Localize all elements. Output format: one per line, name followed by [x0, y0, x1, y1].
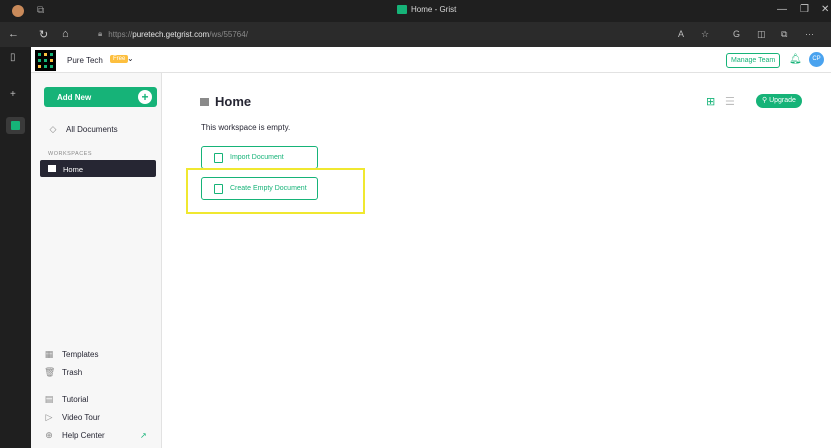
new-tab-icon[interactable]: + [10, 89, 16, 100]
trash-label: Trash [62, 367, 83, 377]
back-icon[interactable]: ← [8, 28, 19, 40]
trash-icon: 🗑︎ [44, 367, 56, 377]
add-new-button[interactable]: Add New + [44, 87, 157, 107]
grid-view-icon[interactable]: ⊞ [706, 95, 715, 108]
import-document-label: Import Document [230, 154, 284, 161]
browser-profile-icon[interactable] [12, 5, 24, 17]
more-icon[interactable]: ··· [805, 29, 814, 39]
avatar[interactable]: CP [809, 52, 824, 67]
refresh-icon[interactable]: ↻ [39, 28, 48, 41]
empty-workspace-message: This workspace is empty. [201, 123, 291, 132]
upgrade-label: Upgrade [769, 97, 796, 104]
url-path: /ws/55764/ [209, 29, 248, 39]
left-sidebar: Pure Tech Free ⌄ Add New + ◇ All Documen… [31, 47, 162, 448]
org-name: Pure Tech [67, 56, 103, 65]
app-top-bar: Manage Team 🔔︎ CP [162, 47, 831, 73]
help-center-link[interactable]: ⊕ Help Center ↗ [44, 428, 146, 442]
grist-tab-icon [11, 121, 20, 130]
workspace-home-icon [200, 97, 209, 106]
plan-badge: Free [110, 55, 129, 63]
url-host: puretech.getgrist.com [132, 29, 210, 39]
add-new-label: Add New [57, 93, 92, 102]
tab-actions-icon[interactable]: ▯ [10, 52, 16, 63]
workspace-item-label: Home [63, 165, 84, 174]
chevron-down-icon: ⌄ [127, 54, 134, 63]
all-documents-label: All Documents [66, 124, 118, 134]
browser-title-bar: ⧉ Home - Grist — ❐ ✕ [0, 0, 831, 22]
minimize-icon[interactable]: — [777, 4, 787, 15]
grist-favicon-icon [397, 5, 407, 14]
org-switcher[interactable]: Pure Tech Free ⌄ [31, 47, 162, 73]
highlight-box [186, 168, 365, 214]
help-center-label: Help Center [62, 430, 105, 440]
tutorial-link[interactable]: ▤ Tutorial [44, 392, 89, 406]
home-icon[interactable]: ⌂ [62, 28, 69, 40]
read-aloud-icon[interactable]: A [678, 29, 684, 39]
trash-link[interactable]: 🗑︎ Trash [44, 365, 82, 379]
manage-team-button[interactable]: Manage Team [726, 53, 781, 68]
browser-vertical-tabs: ▯ + [0, 47, 31, 448]
url-field[interactable]: 🔒︎ https://puretech.getgrist.com/ws/5576… [98, 29, 248, 39]
workspace-home-icon [48, 165, 56, 172]
workspace-item-home[interactable]: Home [40, 160, 156, 177]
lock-icon: 🔒︎ [98, 29, 103, 38]
url-prefix: https:// [108, 29, 133, 39]
templates-label: Templates [62, 349, 99, 359]
page-title-text: Home [215, 94, 252, 109]
browser-tab-actions-icon[interactable]: ⧉ [37, 5, 44, 16]
favorite-star-icon[interactable]: ☆ [701, 29, 709, 40]
all-documents-link[interactable]: ◇ All Documents [48, 122, 118, 136]
browser-address-bar: ← ↻ ⌂ 🔒︎ https://puretech.getgrist.com/w… [0, 22, 831, 47]
upgrade-button[interactable]: ⚲ Upgrade [756, 94, 802, 108]
help-icon: ⊕ [45, 430, 53, 440]
workspaces-heading: WORKSPACES [48, 151, 93, 157]
external-link-icon: ↗ [140, 430, 147, 440]
copilot-icon[interactable]: G [733, 29, 740, 39]
window-title: Home - Grist [397, 5, 456, 14]
grist-logo-icon [35, 50, 56, 71]
video-tour-link[interactable]: ▷ Video Tour [44, 410, 100, 424]
restore-icon[interactable]: ❐ [800, 4, 809, 15]
templates-icon: ▦ [44, 349, 54, 359]
split-screen-icon[interactable]: ◫ [757, 29, 766, 40]
tutorial-icon: ▤ [44, 394, 54, 404]
tutorial-label: Tutorial [62, 394, 89, 404]
collections-icon[interactable]: ⧉ [781, 29, 787, 40]
bell-icon[interactable]: 🔔︎ [789, 54, 802, 65]
import-icon [214, 153, 223, 163]
templates-link[interactable]: ▦ Templates [44, 347, 99, 361]
documents-icon: ◇ [49, 124, 57, 134]
active-tab-grist[interactable] [6, 117, 25, 134]
window-title-text: Home - Grist [411, 5, 457, 14]
import-document-button[interactable]: Import Document [201, 146, 318, 169]
plus-icon: + [138, 90, 152, 104]
page-title: Home [200, 94, 251, 109]
video-icon: ▷ [45, 412, 53, 422]
video-tour-label: Video Tour [62, 412, 100, 422]
close-icon[interactable]: ✕ [821, 4, 829, 15]
list-view-icon[interactable]: ☰ [725, 95, 735, 108]
